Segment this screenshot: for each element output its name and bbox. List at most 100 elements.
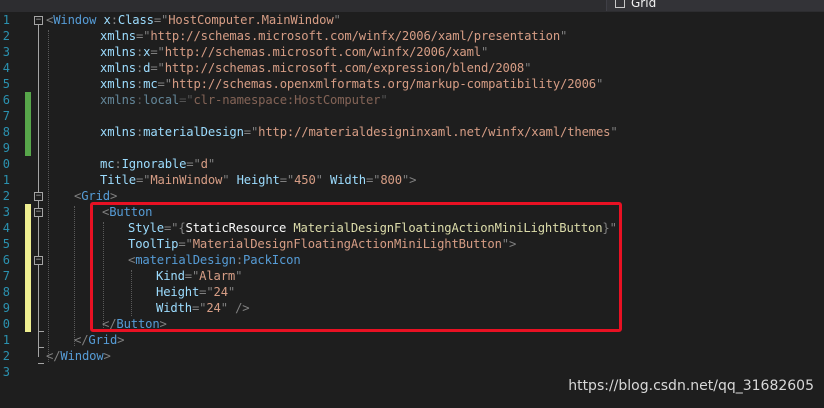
code-token: Class [117,13,154,27]
code-token: Height [229,173,280,187]
line-number: 3 [2,45,10,59]
code-token: " [560,29,568,43]
line-number: 5 [2,237,10,251]
code-token: http://schemas.microsoft.com/winfx/2006/… [164,45,481,59]
code-token: "> [401,173,417,187]
element-breadcrumb-dropdown[interactable]: Grid [606,0,824,11]
code-token: http://schemas.openxmlformats.org/markup… [171,77,596,91]
code-line[interactable]: </Grid> [74,332,124,348]
line-number: 4 [2,221,10,235]
code-token: =" [157,77,173,91]
code-token: " [595,77,604,91]
line-number: 1 [2,173,10,187]
code-line[interactable]: xmlns:x="http://schemas.microsoft.com/wi… [100,44,488,60]
code-token: mc [100,157,115,171]
code-token: " [207,157,215,171]
code-line[interactable]: xmlns:local="clr-namespace:HostComputer" [100,92,388,108]
code-token: </ [46,349,61,363]
line-number: 7 [2,269,10,283]
line-number: 6 [2,93,10,107]
code-token: =" [135,29,151,43]
fold-end-window [38,363,44,364]
code-line[interactable]: mc:Ignorable="d" [100,156,215,172]
line-number: 0 [2,157,10,171]
code-line[interactable]: xmlns="http://schemas.microsoft.com/winf… [100,28,567,44]
breadcrumb-label: Grid [631,0,657,10]
code-token: HostComputer.MainWindow [168,13,334,27]
line-number: 4 [2,61,10,75]
code-token: =" [135,173,151,187]
code-token: </ [74,333,89,347]
code-token: MainWindow [150,173,223,187]
code-token: http://schemas.microsoft.com/winfx/2006/… [150,29,560,43]
code-token: > [117,333,125,347]
fold-toggle-window[interactable]: − [34,16,43,25]
change-marker-unsaved [25,204,31,332]
line-number: 1 [2,333,10,347]
code-line[interactable]: Title="MainWindow" Height="450" Width="8… [100,172,416,188]
code-token: =" [365,173,381,187]
code-token: > [103,349,111,363]
line-number: 1 [2,13,10,27]
line-number: 8 [2,125,10,139]
code-line[interactable]: xmlns:d="http://schemas.microsoft.com/ex… [100,60,531,76]
line-number: 5 [2,77,10,91]
line-number: 3 [2,205,10,219]
code-token: 450 [294,173,316,187]
line-number: 2 [2,189,10,203]
code-token: : [114,157,122,171]
code-line[interactable]: </Window> [46,348,111,364]
code-token: > [109,189,118,203]
code-token: Window [53,13,97,27]
code-token: " [315,173,323,187]
code-token: Grid [81,189,110,203]
code-line[interactable]: xmlns:mc="http://schemas.openxmlformats.… [100,76,603,92]
indent-guide [74,206,75,346]
code-token: http://schemas.microsoft.com/expression/… [164,61,525,75]
code-token: d [200,157,208,171]
code-token: " [524,61,532,75]
code-token: =" [186,157,201,171]
code-line[interactable]: xmlns:materialDesign="http://materialdes… [100,124,618,140]
code-token: : [110,13,118,27]
code-token: xmlns [100,45,136,59]
code-token: materialDesign [143,125,244,139]
fold-end-grid [38,347,44,348]
code-token: xmlns [100,61,136,75]
line-number: 6 [2,253,10,267]
code-token: Width [322,173,366,187]
code-token: http://materialdesigninxaml.net/winfx/xa… [258,125,611,139]
code-token: " [480,45,489,59]
code-line[interactable]: <Window x:Class="HostComputer.MainWindow… [46,12,341,28]
line-number: 8 [2,285,10,299]
code-token: 800 [380,173,402,187]
line-number: 0 [2,317,10,331]
fold-toggle-grid[interactable]: − [34,192,43,201]
fold-toggle-packicon[interactable]: − [34,256,43,265]
code-token: clr-namespace:HostComputer [193,93,381,107]
fold-toggle-button[interactable]: − [34,208,43,217]
code-token: xmlns [100,77,136,91]
line-number: 3 [2,365,10,379]
code-token: =" [179,93,194,107]
code-token: Window [60,349,104,363]
element-icon [615,0,625,8]
change-marker-saved [25,92,31,156]
indent-guide [48,30,49,362]
editor-navigation-bar: Grid [0,0,824,12]
line-number: 9 [2,141,10,155]
code-token: " [610,125,618,139]
code-token: =" [279,173,295,187]
code-token: x [96,13,111,27]
code-token: =" [150,45,165,59]
code-token: mc [143,77,158,91]
line-number: 2 [2,29,10,43]
code-token: Title [100,173,136,187]
code-token: local [143,93,180,107]
code-token: xmlns [100,29,136,43]
code-token: =" [150,61,165,75]
line-number: 2 [2,349,10,363]
code-token: " [380,93,388,107]
code-token: =" [153,13,169,27]
code-token: " [333,13,341,27]
